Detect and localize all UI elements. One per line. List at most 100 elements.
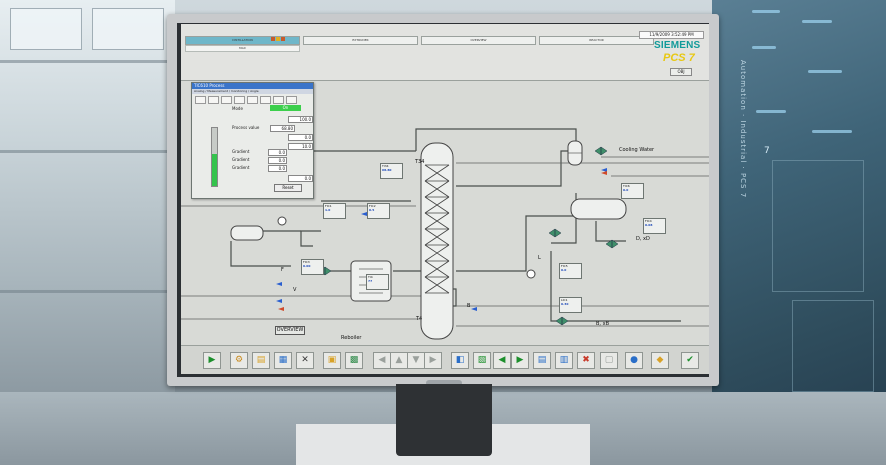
cancel-icon: ▢ bbox=[604, 355, 614, 365]
object-button[interactable]: OBJ bbox=[670, 68, 692, 76]
folder-button[interactable]: ▤ bbox=[252, 352, 270, 369]
cancel-button[interactable]: ▢ bbox=[600, 352, 618, 369]
gradient-value[interactable]: 0.0 bbox=[268, 149, 287, 156]
background-window bbox=[92, 8, 164, 50]
level-bar-fill bbox=[212, 154, 217, 186]
pipe bbox=[456, 150, 576, 187]
load-button[interactable]: ▥ bbox=[555, 352, 573, 369]
tree-button[interactable]: ▩ bbox=[345, 352, 363, 369]
print-button[interactable]: ▧ bbox=[473, 352, 491, 369]
tree-icon: ▩ bbox=[349, 355, 359, 365]
group-icon: ⚙ bbox=[234, 355, 244, 365]
forward-button[interactable]: ▶ bbox=[511, 352, 529, 369]
delete-icon: ✖ bbox=[582, 355, 590, 365]
area-label: REACTOR bbox=[589, 38, 604, 42]
mode-label: Mode bbox=[232, 106, 243, 111]
tag-value: 0.0 bbox=[623, 188, 629, 192]
background-rack bbox=[792, 300, 874, 392]
area-label: OVERVIEW bbox=[470, 38, 487, 42]
faceplate-tool-icon[interactable] bbox=[273, 96, 284, 104]
horn-button[interactable]: ◆ bbox=[651, 352, 669, 369]
tag-distillate[interactable]: FIC4 0.08 bbox=[643, 218, 666, 234]
faceplate-tool-icon[interactable] bbox=[286, 96, 297, 104]
save-icon: ◧ bbox=[455, 355, 465, 365]
tag-reflux[interactable]: FIC5 0.0 bbox=[559, 263, 582, 279]
tag-value: 0.5 bbox=[369, 208, 375, 212]
tag-cooling-water[interactable]: TIC6 0.0 bbox=[621, 183, 644, 199]
process-value-label: Process value bbox=[232, 125, 260, 130]
tag-value: 77 bbox=[368, 279, 373, 283]
picture-button[interactable]: ▦ bbox=[274, 352, 292, 369]
tag-steam[interactable]: FIC3 0.00 bbox=[301, 259, 324, 275]
gradient-value[interactable]: 0.0 bbox=[268, 165, 287, 172]
background-light bbox=[756, 110, 786, 113]
overview-button[interactable]: OVERVIEW bbox=[275, 326, 305, 335]
pipe bbox=[595, 221, 626, 242]
feed-label: F bbox=[281, 267, 284, 273]
alarm-indicator bbox=[281, 37, 285, 41]
pcs7-logo: PCS 7 bbox=[663, 52, 695, 64]
background-panel-number: 7 bbox=[764, 146, 770, 156]
background-rack bbox=[772, 160, 864, 292]
pipe bbox=[300, 230, 321, 247]
gradient-value[interactable]: 0.0 bbox=[268, 157, 287, 164]
faceplate-tool-icon[interactable] bbox=[221, 96, 232, 104]
mode-status[interactable]: On bbox=[270, 105, 301, 111]
sub-area-button[interactable]: MAX bbox=[185, 45, 300, 52]
arrow-left-button[interactable]: ◀ bbox=[373, 352, 391, 369]
faceplate-tool-icon[interactable] bbox=[260, 96, 271, 104]
alarm-indicator bbox=[276, 37, 280, 41]
area-overview-bar: DISTILLATION EXTRUDER OVERVIEW REACTOR M… bbox=[181, 24, 709, 81]
value-upper: 10.0 bbox=[288, 143, 313, 150]
arrow-down-button[interactable]: ▼ bbox=[407, 352, 425, 369]
tag-feed-2[interactable]: FIC2 0.5 bbox=[367, 203, 390, 219]
store-button[interactable]: ▤ bbox=[533, 352, 551, 369]
background-light bbox=[812, 130, 852, 133]
info-button[interactable]: ● bbox=[625, 352, 643, 369]
background-light bbox=[752, 10, 780, 13]
reflux-drum bbox=[570, 198, 627, 220]
ack-button[interactable]: ✔ bbox=[681, 352, 699, 369]
start-button[interactable]: ▶ bbox=[203, 352, 221, 369]
horn-icon: ◆ bbox=[656, 355, 664, 365]
screen-button[interactable]: ▣ bbox=[323, 352, 341, 369]
split-button[interactable]: ✕ bbox=[296, 352, 314, 369]
faceplate-window[interactable]: TIC610 Process Analog / Measurement / mo… bbox=[191, 82, 314, 199]
faceplate-tool-icon[interactable] bbox=[208, 96, 219, 104]
save-button[interactable]: ◧ bbox=[451, 352, 469, 369]
background-light bbox=[802, 20, 832, 23]
alarm-indicator bbox=[271, 37, 275, 41]
arrow-left-icon: ◀ bbox=[378, 355, 386, 365]
back-button[interactable]: ◀ bbox=[493, 352, 511, 369]
condenser bbox=[567, 140, 583, 166]
level-bar bbox=[211, 127, 218, 187]
area-button-overview[interactable]: OVERVIEW bbox=[421, 36, 536, 45]
tag-feed-1[interactable]: FIC1 1.0 bbox=[323, 203, 346, 219]
reset-button[interactable]: Reset bbox=[274, 184, 302, 192]
faceplate-tool-icon[interactable] bbox=[234, 96, 245, 104]
tag-column-top[interactable]: TI34 68.80 bbox=[380, 163, 403, 179]
column-top-label: T34 bbox=[415, 159, 425, 165]
area-button-reactor[interactable]: REACTOR bbox=[539, 36, 654, 45]
faceplate-tool-icon[interactable] bbox=[195, 96, 206, 104]
gradient-label: Gradient bbox=[232, 149, 250, 154]
delete-button[interactable]: ✖ bbox=[577, 352, 595, 369]
arrow-right-button[interactable]: ▶ bbox=[424, 352, 442, 369]
pipe bbox=[230, 241, 291, 267]
gradient-label: Gradient bbox=[232, 165, 250, 170]
faceplate-tabs[interactable]: Analog / Measurement / monitoring / Angl… bbox=[192, 89, 313, 94]
tag-value: 1.0 bbox=[325, 208, 331, 212]
distillate-label: D, xD bbox=[636, 236, 650, 242]
area-button-extruder[interactable]: EXTRUDER bbox=[303, 36, 418, 45]
arrow-up-button[interactable]: ▲ bbox=[390, 352, 408, 369]
tag-level[interactable]: LIC1 0.30 bbox=[559, 297, 582, 313]
value-low: 0.0 bbox=[288, 175, 313, 182]
tag-value: 68.80 bbox=[382, 168, 392, 172]
faceplate-tool-icon[interactable] bbox=[247, 96, 258, 104]
process-value: 68.80 bbox=[270, 125, 295, 132]
hmi-screen: DISTILLATION EXTRUDER OVERVIEW REACTOR M… bbox=[181, 24, 709, 374]
info-icon: ● bbox=[630, 355, 638, 365]
area-label: EXTRUDER bbox=[352, 38, 369, 42]
group-button[interactable]: ⚙ bbox=[230, 352, 248, 369]
tag-bottom-temp[interactable]: TI4 77 bbox=[366, 274, 389, 290]
